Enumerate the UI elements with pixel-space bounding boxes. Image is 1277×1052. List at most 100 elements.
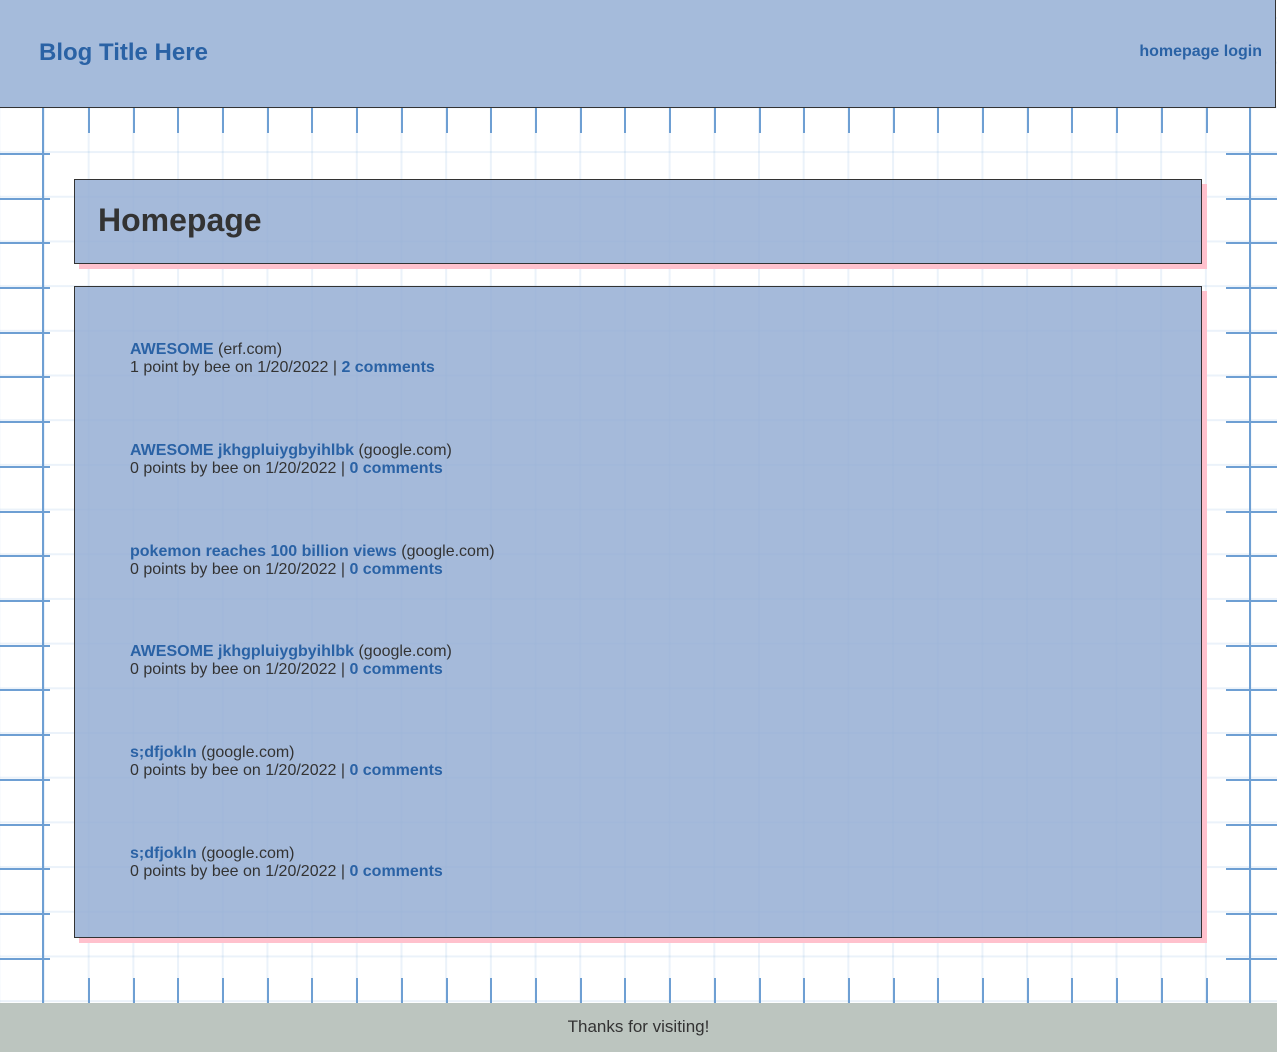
ruler-tick xyxy=(893,978,895,1003)
post-list: AWESOME (erf.com) 1 point by bee on 1/20… xyxy=(74,286,1202,938)
ruler-tick xyxy=(669,978,671,1003)
ruler-tick xyxy=(1071,108,1073,133)
ruler-tick xyxy=(1116,108,1118,133)
ruler-tick xyxy=(311,108,313,133)
ruler-tick xyxy=(401,108,403,133)
post-title-link[interactable]: AWESOME xyxy=(130,341,214,358)
ruler-tick xyxy=(0,198,50,200)
main-nav: homepage login xyxy=(1139,43,1262,61)
ruler-tick xyxy=(446,108,448,133)
post-title-link[interactable]: AWESOME jkhgpluiygbyihlbk xyxy=(130,643,354,660)
ruler-tick xyxy=(1226,466,1277,468)
post-domain: (google.com) xyxy=(201,845,295,862)
ruler-tick xyxy=(1226,242,1277,244)
ruler-tick xyxy=(1226,734,1277,736)
post-title-link[interactable]: pokemon reaches 100 billion views xyxy=(130,543,397,560)
post-domain: (erf.com) xyxy=(218,341,283,358)
ruler-tick xyxy=(624,108,626,133)
post-comments-link[interactable]: 2 comments xyxy=(341,359,434,376)
ruler-tick xyxy=(0,600,50,602)
ruler-tick xyxy=(803,108,805,133)
post-item: pokemon reaches 100 billion views (googl… xyxy=(130,543,495,579)
post-domain: (google.com) xyxy=(358,442,452,459)
ruler-tick xyxy=(88,978,90,1003)
ruler-tick xyxy=(759,978,761,1003)
ruler-tick xyxy=(177,978,179,1003)
ruler-tick xyxy=(267,108,269,133)
post-comments-link[interactable]: 0 comments xyxy=(349,460,442,477)
ruler-tick xyxy=(1226,332,1277,334)
ruler-tick xyxy=(1226,153,1277,155)
blog-title-link[interactable]: Blog Title Here xyxy=(39,39,208,67)
ruler-tick xyxy=(177,108,179,133)
post-title-link[interactable]: s;dfjokln xyxy=(130,744,197,761)
ruler-tick xyxy=(88,108,90,133)
post-title-line: pokemon reaches 100 billion views (googl… xyxy=(130,543,495,561)
post-meta-line: 1 point by bee on 1/20/2022 | 2 comments xyxy=(130,359,435,377)
post-domain: (google.com) xyxy=(401,543,495,560)
ruler-tick xyxy=(1071,978,1073,1003)
ruler-tick xyxy=(0,734,50,736)
post-meta: 1 point by bee on 1/20/2022 | xyxy=(130,359,342,376)
ruler-tick xyxy=(714,978,716,1003)
site-footer: Thanks for visiting! xyxy=(0,1003,1277,1052)
ruler-tick xyxy=(0,913,50,915)
post-title-line: AWESOME jkhgpluiygbyihlbk (google.com) xyxy=(130,643,452,661)
ruler-tick xyxy=(356,978,358,1003)
ruler-tick xyxy=(1226,421,1277,423)
ruler-tick xyxy=(1226,555,1277,557)
post-comments-link[interactable]: 0 comments xyxy=(349,762,442,779)
post-title-line: s;dfjokln (google.com) xyxy=(130,744,443,762)
post-meta-line: 0 points by bee on 1/20/2022 | 0 comment… xyxy=(130,561,495,579)
ruler-tick xyxy=(580,978,582,1003)
post-item: s;dfjokln (google.com) 0 points by bee o… xyxy=(130,744,443,780)
ruler-tick xyxy=(1206,108,1208,133)
ruler-tick xyxy=(669,108,671,133)
ruler-tick xyxy=(1226,913,1277,915)
ruler-tick xyxy=(1116,978,1118,1003)
post-meta-line: 0 points by bee on 1/20/2022 | 0 comment… xyxy=(130,460,452,478)
post-meta-line: 0 points by bee on 1/20/2022 | 0 comment… xyxy=(130,863,443,881)
ruler-tick xyxy=(1027,108,1029,133)
ruler-tick xyxy=(311,978,313,1003)
post-domain: (google.com) xyxy=(201,744,295,761)
ruler-tick xyxy=(1226,689,1277,691)
nav-homepage-link[interactable]: homepage xyxy=(1139,43,1219,60)
post-domain: (google.com) xyxy=(358,643,452,660)
post-item: s;dfjokln (google.com) 0 points by bee o… xyxy=(130,845,443,881)
post-title-link[interactable]: AWESOME jkhgpluiygbyihlbk xyxy=(130,442,354,459)
ruler-tick xyxy=(580,108,582,133)
page-title: Homepage xyxy=(98,202,262,238)
post-meta: 0 points by bee on 1/20/2022 | xyxy=(130,661,350,678)
post-title-line: AWESOME jkhgpluiygbyihlbk (google.com) xyxy=(130,442,452,460)
post-comments-link[interactable]: 0 comments xyxy=(349,863,442,880)
ruler-tick xyxy=(714,108,716,133)
ruler-tick xyxy=(0,645,50,647)
ruler-tick xyxy=(1226,511,1277,513)
ruler-tick xyxy=(1161,978,1163,1003)
page-header-card: Homepage xyxy=(74,179,1202,264)
post-item: AWESOME jkhgpluiygbyihlbk (google.com) 0… xyxy=(130,442,452,478)
ruler-tick xyxy=(982,978,984,1003)
ruler-tick xyxy=(490,978,492,1003)
ruler-tick xyxy=(893,108,895,133)
ruler-tick xyxy=(1226,958,1277,960)
ruler-tick xyxy=(0,466,50,468)
ruler-tick xyxy=(1226,868,1277,870)
post-title-line: AWESOME (erf.com) xyxy=(130,341,435,359)
post-comments-link[interactable]: 0 comments xyxy=(349,561,442,578)
post-comments-link[interactable]: 0 comments xyxy=(349,661,442,678)
ruler-tick xyxy=(0,376,50,378)
ruler-tick xyxy=(759,108,761,133)
nav-login-link[interactable]: login xyxy=(1224,43,1262,60)
post-item: AWESOME jkhgpluiygbyihlbk (google.com) 0… xyxy=(130,643,452,679)
footer-text: Thanks for visiting! xyxy=(567,1017,710,1036)
ruler-tick xyxy=(0,287,50,289)
ruler-tick xyxy=(0,958,50,960)
ruler-tick xyxy=(1226,600,1277,602)
post-meta: 0 points by bee on 1/20/2022 | xyxy=(130,460,350,477)
post-meta-line: 0 points by bee on 1/20/2022 | 0 comment… xyxy=(130,762,443,780)
ruler-tick xyxy=(982,108,984,133)
post-title-link[interactable]: s;dfjokln xyxy=(130,845,197,862)
ruler-tick xyxy=(937,978,939,1003)
